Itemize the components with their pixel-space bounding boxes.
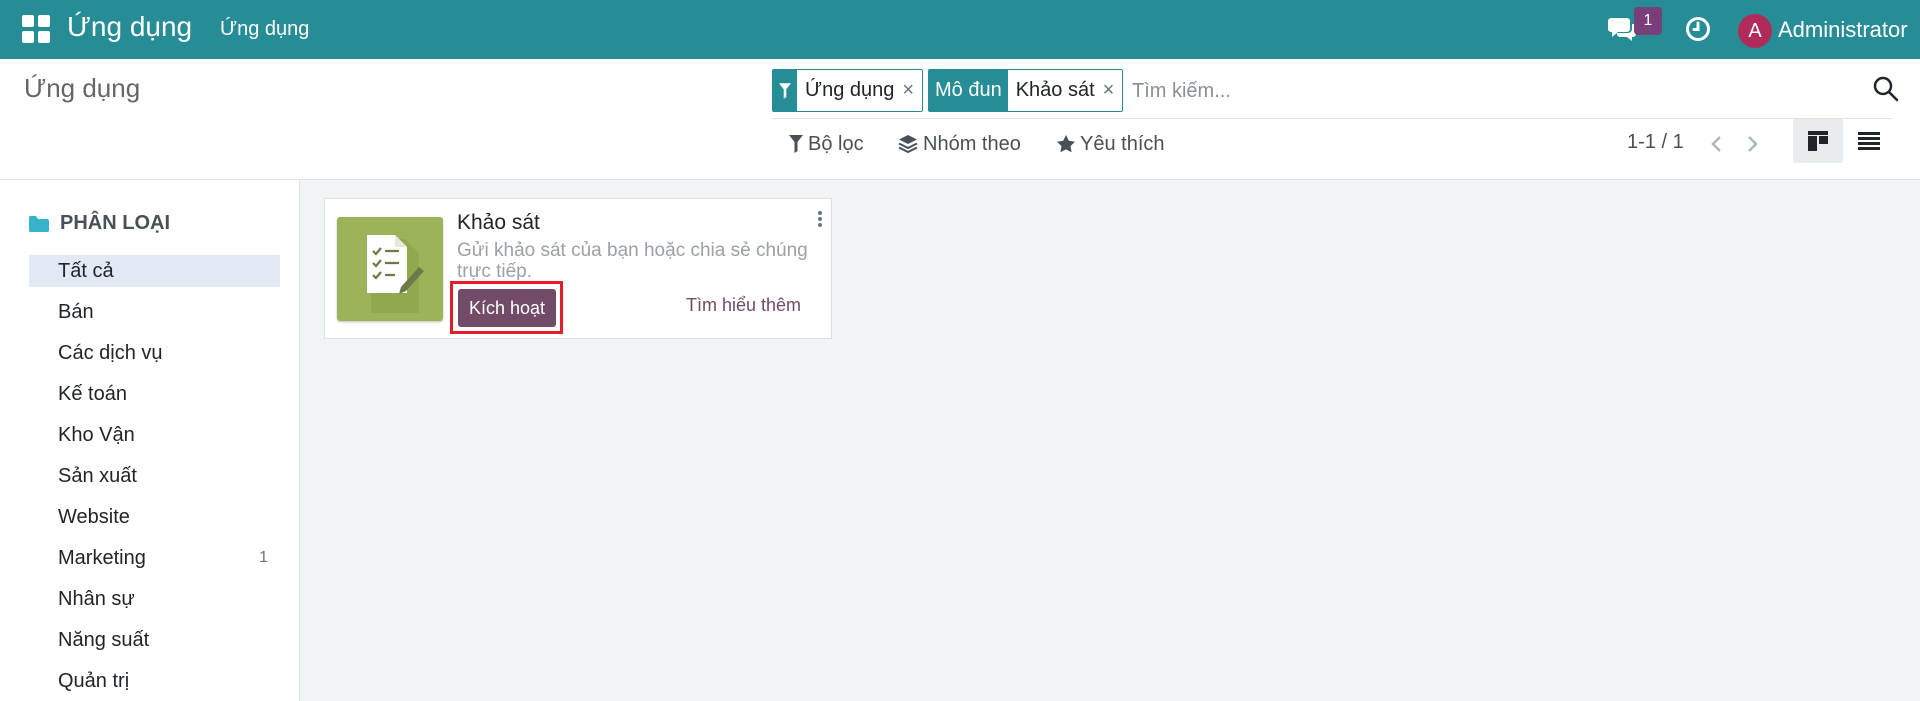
facet-apps: Ứng dụng × [772, 69, 924, 112]
facet-remove-button[interactable]: × [898, 70, 922, 111]
control-panel: Ứng dụng Ứng dụng × Mô đun Khảo sát × Bộ… [0, 59, 1920, 180]
user-avatar[interactable]: A [1738, 14, 1772, 48]
filter-icon [789, 135, 803, 153]
chevron-right-icon[interactable] [1740, 129, 1764, 159]
sidebar-item-marketing[interactable]: Marketing 1 [29, 542, 280, 574]
app-title: Khảo sát [457, 211, 540, 234]
more-options-icon[interactable] [815, 211, 825, 235]
sidebar-header-label: PHÂN LOẠI [60, 212, 170, 234]
search-icon[interactable] [1872, 75, 1900, 103]
category-sidebar: PHÂN LOẠI Tất cả Bán Các dịch vụ Kế toán… [0, 180, 300, 701]
filters-label: Bộ lọc [808, 132, 864, 155]
sidebar-item-label: Năng suất [58, 628, 150, 651]
user-name[interactable]: Administrator [1778, 17, 1908, 43]
layers-icon [898, 135, 918, 154]
sidebar-item-all[interactable]: Tất cả [29, 255, 280, 287]
chevron-left-icon[interactable] [1705, 129, 1729, 159]
search-bar: Ứng dụng × Mô đun Khảo sát × [772, 69, 1899, 119]
group-by-label: Nhóm theo [923, 132, 1021, 155]
sidebar-item-label: Kế toán [58, 382, 127, 405]
star-icon [1057, 135, 1075, 153]
app-card-survey[interactable]: Khảo sát Gửi khảo sát của bạn hoặc chia … [324, 198, 832, 339]
list-icon [1858, 132, 1880, 150]
clock-icon[interactable] [1685, 16, 1711, 42]
chat-icon[interactable] [1607, 16, 1637, 42]
sidebar-item-label: Kho Vận [58, 423, 135, 446]
sidebar-item-accounting[interactable]: Kế toán [29, 378, 280, 410]
facet-remove-button[interactable]: × [1099, 70, 1123, 111]
sidebar-item-administration[interactable]: Quản trị [29, 665, 280, 697]
filters-button[interactable]: Bộ lọc [788, 129, 864, 159]
facet-module: Mô đun Khảo sát × [928, 69, 1124, 112]
page-title: Ứng dụng [24, 73, 141, 103]
kanban-icon [1808, 131, 1828, 151]
highlight-box: Kích hoạt [450, 281, 563, 334]
sidebar-item-productivity[interactable]: Năng suất [29, 624, 280, 656]
message-count-badge: 1 [1634, 7, 1662, 35]
sidebar-item-website[interactable]: Website [29, 501, 280, 533]
sidebar-item-label: Bán [58, 300, 94, 323]
survey-app-icon [337, 217, 443, 321]
sidebar-item-label: Các dịch vụ [58, 341, 163, 364]
kanban-view-button[interactable] [1793, 119, 1843, 163]
facet-label: Mô đun [929, 70, 1008, 111]
sidebar-header: PHÂN LOẠI [28, 212, 170, 235]
sidebar-item-count: 1 [259, 549, 268, 566]
app-description: Gửi khảo sát của bạn hoặc chia sẻ chúng … [457, 240, 808, 280]
facet-value: Khảo sát [1015, 79, 1095, 101]
sidebar-item-label: Quản trị [58, 669, 130, 692]
learn-more-link[interactable]: Tìm hiểu thêm [686, 295, 801, 316]
sidebar-item-sales[interactable]: Bán [29, 296, 280, 328]
activate-button[interactable]: Kích hoạt [458, 289, 556, 327]
sidebar-item-label: Nhân sự [58, 587, 135, 610]
sidebar-item-label: Website [58, 505, 130, 528]
filter-icon [773, 70, 797, 111]
list-view-button[interactable] [1844, 119, 1894, 163]
nav-menu-apps[interactable]: Ứng dụng [220, 18, 309, 41]
folder-icon [29, 215, 49, 232]
sidebar-item-label: Tất cả [58, 259, 114, 282]
favorites-button[interactable]: Yêu thích [1056, 129, 1165, 159]
search-input[interactable] [1132, 75, 1812, 107]
sidebar-item-inventory[interactable]: Kho Vận [29, 419, 280, 451]
apps-menu-icon[interactable] [22, 15, 51, 44]
app-brand[interactable]: Ứng dụng [67, 11, 192, 43]
top-navbar: Ứng dụng Ứng dụng 1 A Administrator [0, 0, 1920, 59]
favorites-label: Yêu thích [1080, 132, 1165, 155]
sidebar-item-hr[interactable]: Nhân sự [29, 583, 280, 615]
sidebar-item-label: Sản xuất [58, 464, 137, 487]
sidebar-item-label: Marketing [58, 546, 146, 569]
facet-value: Ứng dụng [805, 79, 895, 101]
sidebar-item-manufacturing[interactable]: Sản xuất [29, 460, 280, 492]
group-by-button[interactable]: Nhóm theo [898, 129, 1021, 159]
pager-value[interactable]: 1-1 / 1 [1627, 131, 1684, 154]
sidebar-item-services[interactable]: Các dịch vụ [29, 337, 280, 369]
